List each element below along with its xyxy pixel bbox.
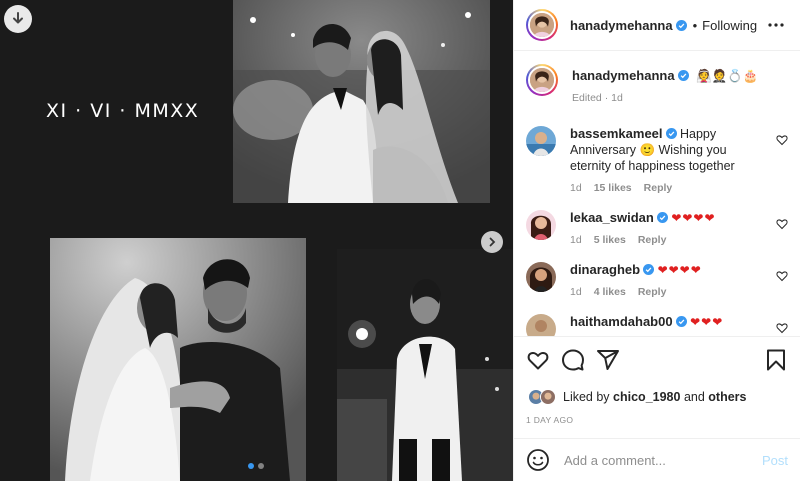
bookmark-icon[interactable] xyxy=(764,348,788,372)
comment: lekaa_swidan ❤❤❤❤ 1d 5 likes Reply xyxy=(526,210,788,246)
carousel-dot-active xyxy=(248,463,254,469)
commenter-avatar[interactable] xyxy=(526,210,556,240)
caption-username[interactable]: hanadymehanna xyxy=(572,68,675,83)
liker-avatar[interactable] xyxy=(540,389,556,405)
photo-couple-embrace xyxy=(50,238,306,481)
heart-icon[interactable] xyxy=(776,322,788,334)
verified-icon xyxy=(643,264,655,275)
heart-icon[interactable] xyxy=(776,270,788,282)
verified-icon xyxy=(677,70,689,81)
verified-icon xyxy=(675,316,687,327)
post-timestamp[interactable]: 1 DAY AGO xyxy=(526,415,788,425)
liked-by-prefix: Liked by xyxy=(563,390,610,404)
liked-by-others[interactable]: others xyxy=(708,390,746,404)
next-slide-button[interactable] xyxy=(481,231,503,253)
following-button[interactable]: Following xyxy=(702,18,757,33)
verified-icon xyxy=(665,128,677,139)
photo-couple-kiss xyxy=(233,0,490,203)
carousel-indicator xyxy=(248,463,264,469)
share-icon[interactable] xyxy=(596,348,620,372)
caption-text: 👰🤵💍🎂 xyxy=(696,69,759,83)
commenter-username[interactable]: haithamdahab00 xyxy=(570,314,673,329)
commenter-avatar[interactable] xyxy=(526,126,556,156)
more-icon xyxy=(768,23,784,27)
comment-likes[interactable]: 4 likes xyxy=(594,286,626,298)
comment: bassemkameel Happy Anniversary 🙂 Wishing… xyxy=(526,126,788,194)
heart-icon[interactable] xyxy=(776,134,788,146)
reply-button[interactable]: Reply xyxy=(638,286,667,298)
emoji-icon[interactable] xyxy=(526,448,550,472)
liked-by: Liked by chico_1980 and others xyxy=(526,389,788,405)
post-button[interactable]: Post xyxy=(762,453,788,468)
commenter-avatar[interactable] xyxy=(526,314,556,336)
reply-button[interactable]: Reply xyxy=(644,182,673,194)
comment-composer: Post xyxy=(514,438,800,481)
carousel-dot xyxy=(258,463,264,469)
heart-icon[interactable] xyxy=(526,348,550,372)
verified-icon xyxy=(675,19,687,31)
comment-text: ❤❤❤❤ xyxy=(671,211,716,225)
caption-meta: Edited · 1d xyxy=(572,92,623,104)
comment-likes[interactable]: 5 likes xyxy=(594,234,626,246)
commenter-username[interactable]: lekaa_swidan xyxy=(570,210,654,225)
heart-icon[interactable] xyxy=(776,218,788,230)
verified-icon xyxy=(656,212,668,223)
reply-button[interactable]: Reply xyxy=(638,234,667,246)
more-options-button[interactable] xyxy=(764,13,788,37)
post-media[interactable]: XI · VI · MMXX xyxy=(0,0,513,481)
download-icon xyxy=(13,12,23,24)
photo-groom xyxy=(337,249,513,481)
comment-time: 1d xyxy=(570,182,582,194)
comment-icon[interactable] xyxy=(561,348,585,372)
post-actions: Liked by chico_1980 and others 1 DAY AGO xyxy=(514,336,800,425)
wedding-date-text: XI · VI · MMXX xyxy=(46,100,200,122)
author-avatar[interactable] xyxy=(526,9,558,41)
chevron-right-icon xyxy=(489,237,496,247)
comment-likes[interactable]: 15 likes xyxy=(594,182,632,194)
comment: dinaragheb ❤❤❤❤ 1d 4 likes Reply xyxy=(526,262,788,298)
header-separator: • xyxy=(692,17,698,33)
author-username[interactable]: hanadymehanna xyxy=(570,18,673,33)
commenter-username[interactable]: dinaragheb xyxy=(570,262,640,277)
comment-input[interactable] xyxy=(564,452,762,468)
comment-text: ❤❤❤ xyxy=(690,315,724,329)
commenter-avatar[interactable] xyxy=(526,262,556,292)
comment: haithamdahab00 ❤❤❤ xyxy=(526,314,788,336)
download-button[interactable] xyxy=(4,5,32,33)
commenter-username[interactable]: bassemkameel xyxy=(570,126,663,141)
comment-time: 1d xyxy=(570,286,582,298)
caption: hanadymehanna 👰🤵💍🎂 Edited · 1d xyxy=(526,64,788,104)
caption-avatar[interactable] xyxy=(526,64,558,96)
comment-time: 1d xyxy=(570,234,582,246)
liked-by-user[interactable]: chico_1980 xyxy=(613,390,680,404)
comments-list[interactable]: hanadymehanna 👰🤵💍🎂 Edited · 1d bassemkam… xyxy=(514,52,800,336)
post-sidebar: hanadymehanna • Following hanadymehanna … xyxy=(513,0,800,481)
comment-text: ❤❤❤❤ xyxy=(657,263,702,277)
post-header: hanadymehanna • Following xyxy=(514,0,800,51)
liked-by-joiner: and xyxy=(683,390,705,404)
